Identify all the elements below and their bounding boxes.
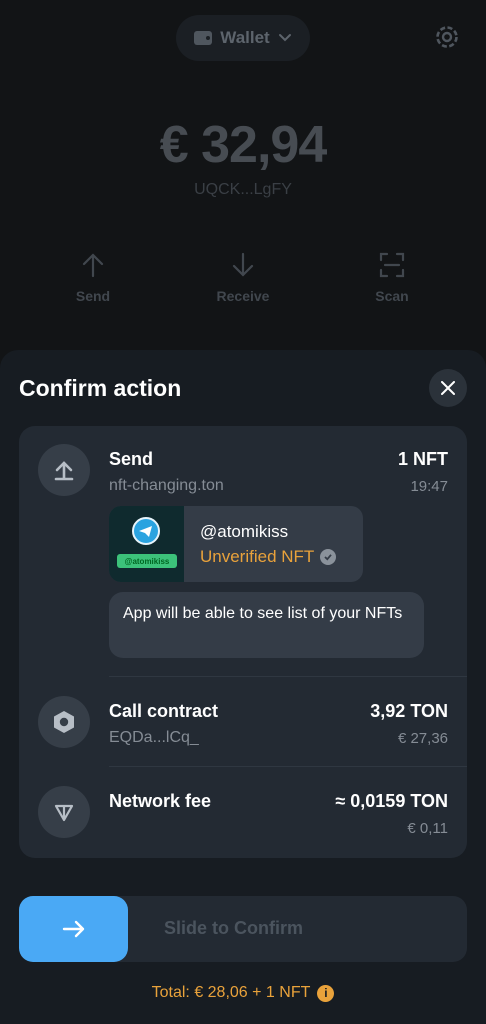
ton-icon <box>54 804 74 822</box>
arrow-up-icon <box>54 461 74 481</box>
scan-action[interactable]: Scan <box>347 252 437 304</box>
wallet-selector[interactable]: Wallet <box>176 15 310 61</box>
arrow-right-icon <box>62 920 84 938</box>
call-contract-label: Call contract <box>109 701 219 721</box>
wallet-icon <box>194 31 213 45</box>
send-time: 19:47 <box>410 478 448 495</box>
send-amount: 1 NFT <box>397 449 448 469</box>
close-button[interactable] <box>429 369 467 407</box>
verified-check-icon <box>320 549 337 565</box>
nft-thumbnail: @atomikiss <box>109 506 184 582</box>
arrow-down-icon <box>232 252 254 277</box>
contract-amount: 3,92 TON <box>370 701 448 721</box>
scan-action-label: Scan <box>375 288 409 304</box>
network-fee-label: Network fee <box>109 791 212 811</box>
send-action-label: Send <box>75 288 111 304</box>
nft-status-label: Unverified NFT <box>200 547 315 566</box>
close-icon <box>441 381 455 395</box>
send-action[interactable]: Send <box>48 252 138 304</box>
receive-action-label: Receive <box>216 288 270 304</box>
nft-status: Unverified NFT <box>200 547 337 567</box>
nft-item[interactable]: @atomikiss @atomikiss Unverified NFT <box>109 506 363 582</box>
row-divider <box>109 766 467 767</box>
slider-handle[interactable] <box>19 896 128 962</box>
send-destination: nft-changing.ton <box>109 477 224 494</box>
arrow-up-icon <box>82 253 104 278</box>
nft-thumbnail-tag: @atomikiss <box>117 554 177 568</box>
contract-address[interactable]: EQDa...lCq_ <box>109 729 199 747</box>
scan-icon <box>379 252 405 278</box>
row-divider <box>109 676 467 677</box>
send-label: Send <box>109 449 154 469</box>
receive-action[interactable]: Receive <box>198 252 288 304</box>
chevron-down-icon <box>278 34 291 42</box>
contract-row-icon-circle <box>38 696 90 748</box>
balance-amount: € 32,94 <box>159 116 328 174</box>
wallet-selector-label: Wallet <box>220 28 270 47</box>
contract-fiat: € 27,36 <box>397 730 448 747</box>
total-summary: Total: € 28,06 + 1 NFT i <box>0 984 486 1002</box>
slider-label: Slide to Confirm <box>164 918 303 938</box>
hexagon-icon <box>54 711 74 733</box>
fee-row-icon-circle <box>38 786 90 838</box>
slide-to-confirm[interactable]: Slide to Confirm <box>19 896 467 962</box>
wallet-address[interactable]: UQCK...LgFY <box>0 181 486 199</box>
sheet-title: Confirm action <box>19 375 182 401</box>
send-row-icon-circle <box>38 444 90 496</box>
gear-icon[interactable] <box>432 22 462 52</box>
nft-name: @atomikiss <box>200 522 289 541</box>
telegram-icon <box>132 517 160 545</box>
info-icon[interactable]: i <box>317 984 335 1002</box>
total-label: Total: € 28,06 + 1 NFT <box>151 984 311 1001</box>
network-fee-amount: ≈ 0,0159 TON <box>335 791 448 811</box>
network-fee-fiat: € 0,11 <box>407 820 448 837</box>
nft-access-notice: App will be able to see list of your NFT… <box>109 592 424 658</box>
